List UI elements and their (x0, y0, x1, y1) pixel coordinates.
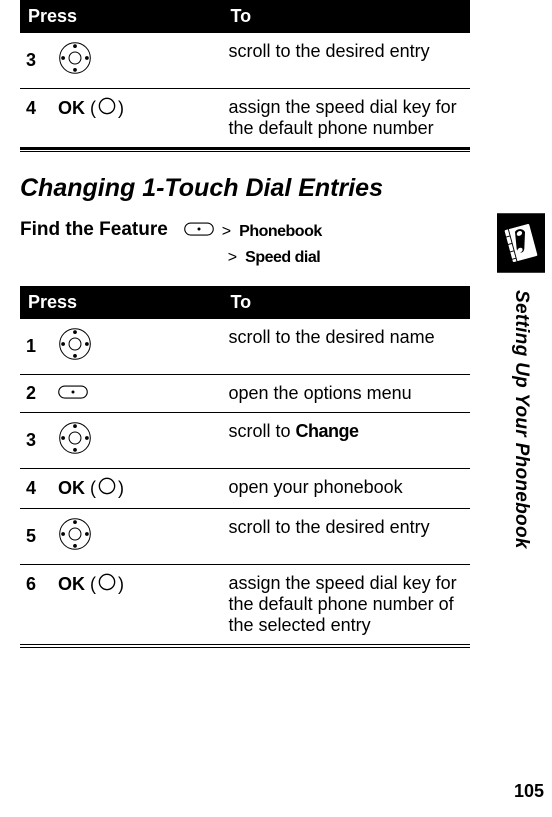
softkey-icon (58, 383, 88, 404)
menu-item-phonebook: Phonebook (239, 219, 322, 245)
table-row: 2 open the options menu (20, 375, 470, 413)
dpad-icon (58, 41, 92, 80)
col-header-press: Press (20, 286, 223, 319)
find-feature-block: Find the Feature > Phonebook > Speed dia… (20, 219, 470, 270)
step-number: 6 (26, 574, 46, 595)
table-row: 5 scroll to th (20, 509, 470, 565)
table-row: 4 OK ( ) as (20, 89, 470, 149)
side-section-label: Setting Up Your Phonebook (510, 290, 532, 549)
table-row: 1 scroll to th (20, 319, 470, 375)
dpad-icon (58, 517, 92, 556)
col-header-press: Press (20, 0, 223, 33)
table-row: 3 scroll to th (20, 33, 470, 89)
step-number: 4 (26, 98, 46, 119)
ok-label: OK (58, 98, 85, 118)
step-number: 3 (26, 50, 46, 71)
menu-item-change: Change (296, 421, 359, 441)
instruction-table-1: Press To 3 (20, 0, 470, 150)
col-header-to: To (223, 286, 471, 319)
instruction-text: scroll to the desired name (223, 319, 471, 375)
instruction-text: scroll to Change (223, 413, 471, 469)
circle-icon (98, 573, 116, 596)
instruction-text: assign the speed dial key for the defaul… (223, 565, 471, 645)
table-row: 3 s (20, 413, 470, 469)
section-heading: Changing 1-Touch Dial Entries (20, 174, 470, 203)
page-number: 105 (514, 781, 544, 802)
table-row: 6 OK ( ) as (20, 565, 470, 645)
step-number: 4 (26, 478, 46, 499)
instruction-table-2: Press To 1 (20, 286, 470, 645)
table-row: 4 OK ( ) op (20, 469, 470, 509)
softkey-icon (184, 219, 214, 245)
instruction-text: scroll to the desired entry (223, 509, 471, 565)
instruction-text: open the options menu (223, 375, 471, 413)
breadcrumb-separator: > (228, 245, 237, 271)
step-number: 3 (26, 430, 46, 451)
instruction-text: assign the speed dial key for the defaul… (223, 89, 471, 149)
col-header-to: To (223, 0, 471, 33)
step-number: 5 (26, 526, 46, 547)
menu-item-speed-dial: Speed dial (245, 245, 320, 271)
instruction-text: open your phonebook (223, 469, 471, 509)
dpad-icon (58, 327, 92, 366)
find-feature-label: Find the Feature (20, 219, 168, 270)
circle-icon (98, 477, 116, 500)
step-number: 2 (26, 383, 46, 404)
ok-label: OK (58, 574, 85, 594)
circle-icon (98, 97, 116, 120)
instruction-text: scroll to the desired entry (223, 33, 471, 89)
step-number: 1 (26, 336, 46, 357)
breadcrumb-separator: > (222, 219, 231, 245)
ok-label: OK (58, 478, 85, 498)
phonebook-section-icon (497, 213, 545, 273)
dpad-icon (58, 421, 92, 460)
